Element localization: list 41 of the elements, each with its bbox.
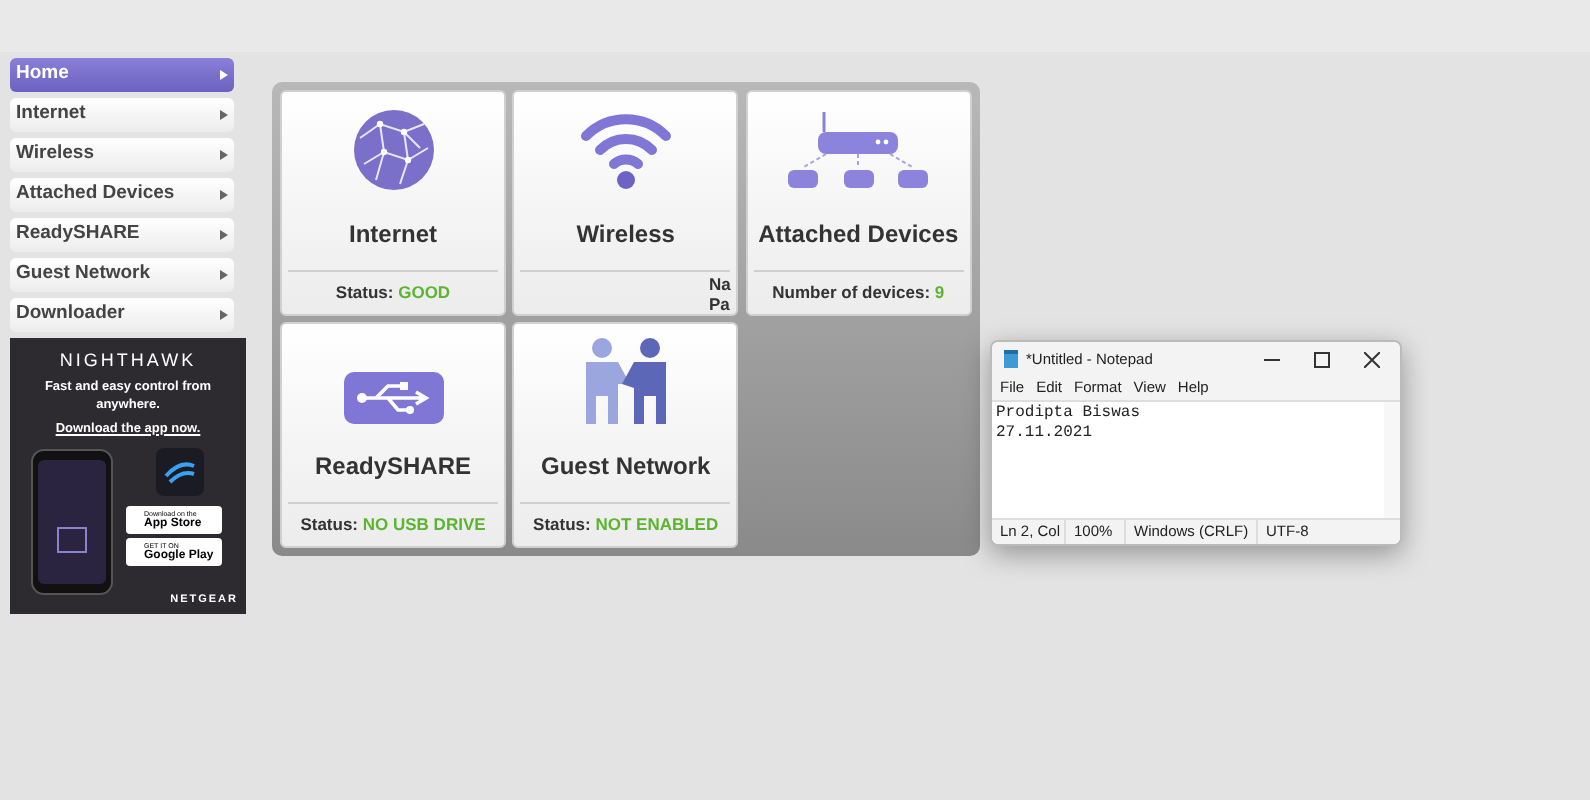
nav-menu-item[interactable]: Attached Devices bbox=[10, 178, 234, 212]
nav-menu-item[interactable]: Guest Network bbox=[10, 258, 234, 292]
tile-status: Status: NOT ENABLED bbox=[533, 512, 719, 538]
tile-status-line: Pa bbox=[708, 294, 731, 314]
usb-icon bbox=[343, 372, 443, 424]
notepad-icon bbox=[1004, 350, 1018, 368]
banner-brand: NIGHTHAWK bbox=[59, 348, 197, 374]
arrow-right-icon bbox=[220, 110, 228, 120]
arrow-right-icon bbox=[220, 150, 228, 160]
wifi-icon bbox=[577, 108, 674, 192]
arrow-right-icon bbox=[220, 190, 228, 200]
nav-menu-item[interactable]: Internet bbox=[10, 98, 234, 132]
close-icon[interactable] bbox=[1364, 351, 1380, 367]
tile-status: Number of devices: 9 bbox=[772, 280, 945, 306]
tile-status: Status: GOOD bbox=[335, 280, 451, 306]
tile-title: Guest Network bbox=[538, 450, 713, 484]
tile-status-line: Na bbox=[708, 274, 731, 294]
dashboard-tile[interactable]: Attached Devices Number of devices: 9 bbox=[745, 90, 972, 316]
globe-icon bbox=[351, 108, 435, 192]
nav-menu-item[interactable]: Wireless bbox=[10, 138, 234, 172]
router-network-icon bbox=[786, 108, 931, 192]
tile-title: ReadySHARE bbox=[312, 450, 474, 484]
dashboard-tile[interactable]: Internet Status: GOOD bbox=[280, 90, 506, 316]
arrow-right-icon bbox=[220, 70, 228, 80]
arrow-right-icon bbox=[220, 270, 228, 280]
maximize-icon[interactable] bbox=[1314, 351, 1330, 367]
nav-menu-item[interactable]: Downloader bbox=[10, 298, 234, 332]
arrow-right-icon bbox=[220, 230, 228, 240]
tile-title: Wireless bbox=[574, 218, 677, 252]
dashboard-tile[interactable]: ReadySHARE Status: NO USB DRIVE bbox=[280, 322, 506, 548]
nav-menu-item[interactable]: ReadySHARE bbox=[10, 218, 234, 252]
app-icon bbox=[156, 448, 204, 496]
nav-menu-item[interactable]: Home bbox=[10, 58, 234, 92]
dashboard-tile[interactable]: Wireless Na Pa bbox=[512, 90, 739, 316]
arrow-right-icon bbox=[220, 310, 228, 320]
tile-status: Status: NO USB DRIVE bbox=[300, 512, 486, 538]
tile-title: Internet bbox=[346, 218, 439, 252]
dashboard-tile[interactable]: Guest Network Status: NOT ENABLED bbox=[512, 322, 739, 548]
text-line: 27.11.2021 bbox=[996, 424, 1095, 444]
tile-title: Attached Devices bbox=[756, 218, 961, 252]
text-line: Prodipta Biswas bbox=[996, 404, 1143, 424]
